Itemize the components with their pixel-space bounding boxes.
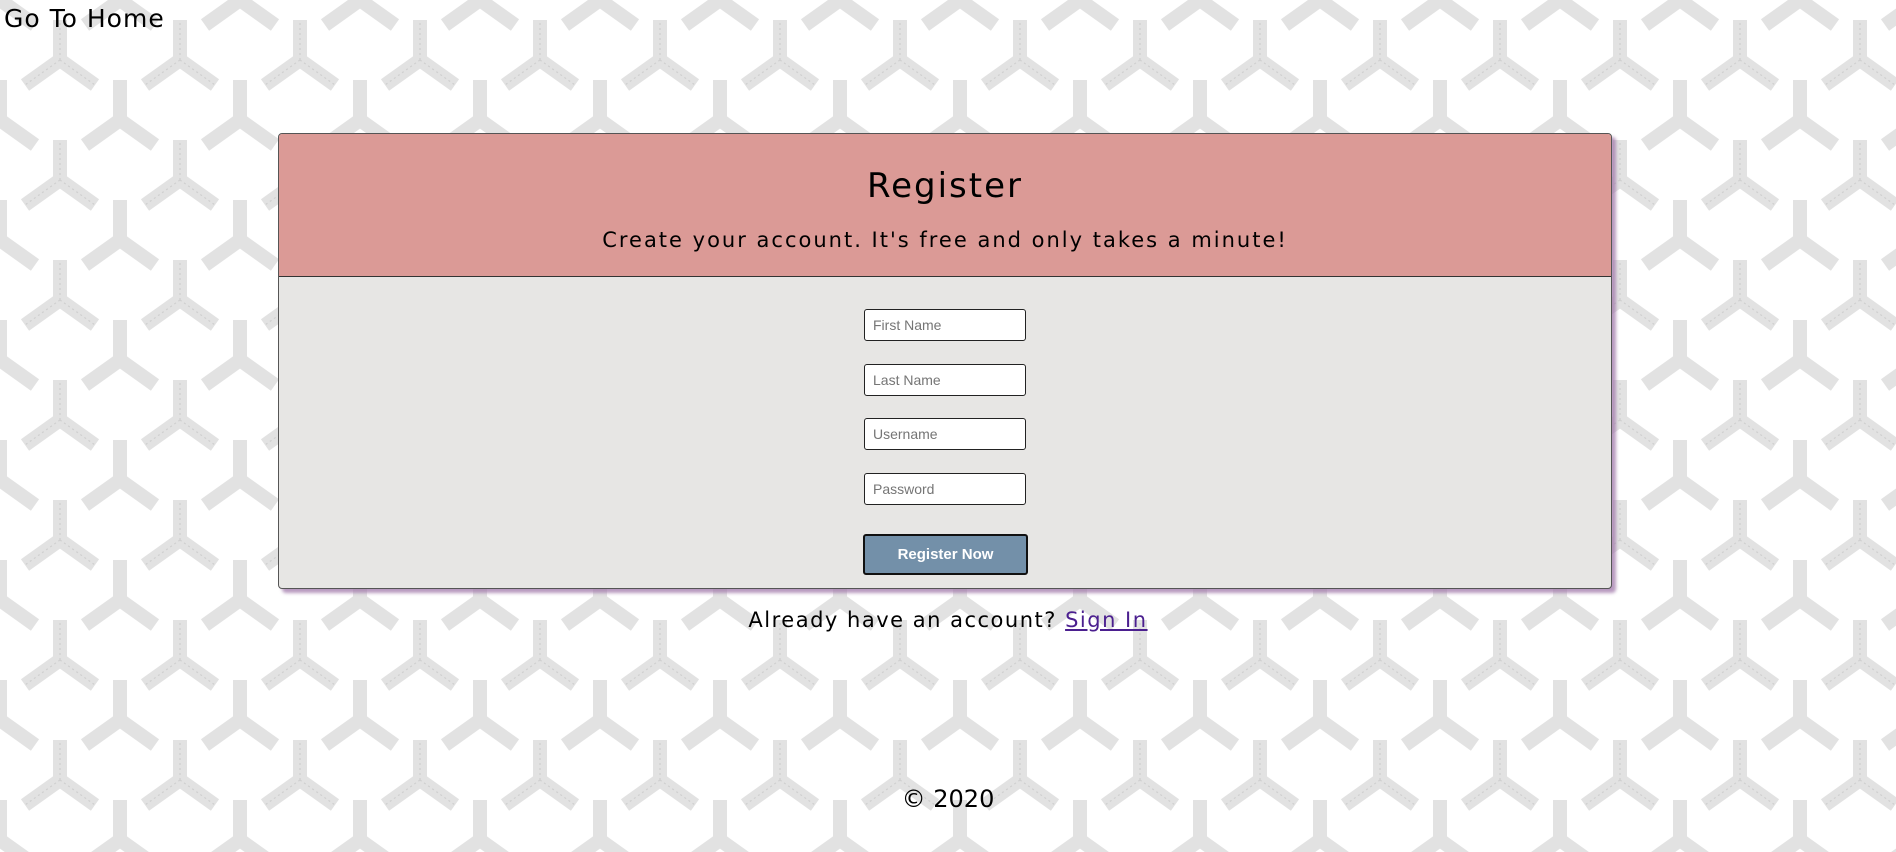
password-input[interactable]: [864, 473, 1026, 505]
username-input[interactable]: [864, 418, 1026, 450]
first-name-input[interactable]: [864, 309, 1026, 341]
page-subtitle: Create your account. It's free and only …: [602, 228, 1288, 252]
sign-in-link[interactable]: Sign In: [1065, 608, 1147, 632]
go-to-home-link[interactable]: Go To Home: [4, 4, 165, 33]
register-now-button[interactable]: Register Now: [863, 534, 1028, 575]
last-name-input[interactable]: [864, 364, 1026, 396]
register-form: Register Now: [279, 277, 1611, 587]
page-title: Register: [867, 166, 1023, 206]
footer-copyright: © 2020: [901, 785, 995, 813]
signin-prompt-row: Already have an account? Sign In: [0, 608, 1896, 632]
register-card-header: Register Create your account. It's free …: [279, 134, 1611, 277]
register-card: Register Create your account. It's free …: [278, 133, 1612, 589]
signin-prompt-text: Already have an account?: [748, 608, 1057, 632]
